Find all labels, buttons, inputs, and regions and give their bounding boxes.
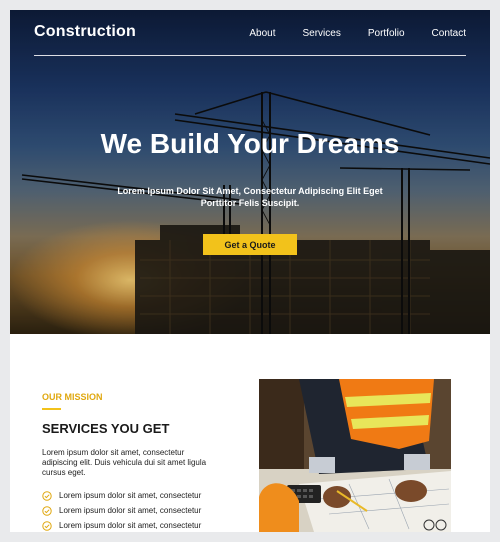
services-title: SERVICES YOU GET xyxy=(42,421,170,436)
nav-menu: About Services Portfolio Contact xyxy=(222,28,466,39)
worker-illustration xyxy=(259,379,451,532)
nav-link-contact[interactable]: Contact xyxy=(432,28,466,39)
hero-background-image xyxy=(10,10,490,334)
hero-subtitle: Lorem Ipsum Dolor Sit Amet, Consectetur … xyxy=(117,186,383,208)
nav-link-portfolio[interactable]: Portfolio xyxy=(368,28,405,39)
services-checklist: Lorem ipsum dolor sit amet, consectetur … xyxy=(42,489,242,532)
nav-link-services[interactable]: Services xyxy=(302,28,340,39)
mission-eyebrow: OUR MISSION xyxy=(42,392,103,402)
services-description: Lorem ipsum dolor sit amet, consectetur … xyxy=(42,448,207,477)
top-navigation: Construction About Services Portfolio Co… xyxy=(34,10,466,56)
list-item: Lorem ipsum dolor sit amet, consectetur xyxy=(42,504,242,517)
nav-link-about[interactable]: About xyxy=(249,28,275,39)
checklist-item-text: Lorem ipsum dolor sit amet, consectetur xyxy=(59,491,202,500)
list-item: Lorem ipsum dolor sit amet, consectetur xyxy=(42,519,242,532)
get-quote-button[interactable]: Get a Quote xyxy=(203,234,297,255)
check-circle-icon xyxy=(42,505,52,516)
brand-logo-text[interactable]: Construction xyxy=(34,23,136,41)
mission-accent-divider xyxy=(42,408,61,410)
checklist-item-text: Lorem ipsum dolor sit amet, consectetur xyxy=(59,521,202,530)
worker-photo xyxy=(259,379,451,532)
hero-title: We Build Your Dreams xyxy=(100,128,400,159)
check-circle-icon xyxy=(42,520,52,531)
hero-section: Construction About Services Portfolio Co… xyxy=(10,10,490,334)
check-circle-icon xyxy=(42,490,52,501)
list-item: Lorem ipsum dolor sit amet, consectetur xyxy=(42,489,242,502)
checklist-item-text: Lorem ipsum dolor sit amet, consectetur xyxy=(59,506,202,515)
page-frame: Construction About Services Portfolio Co… xyxy=(10,10,490,532)
